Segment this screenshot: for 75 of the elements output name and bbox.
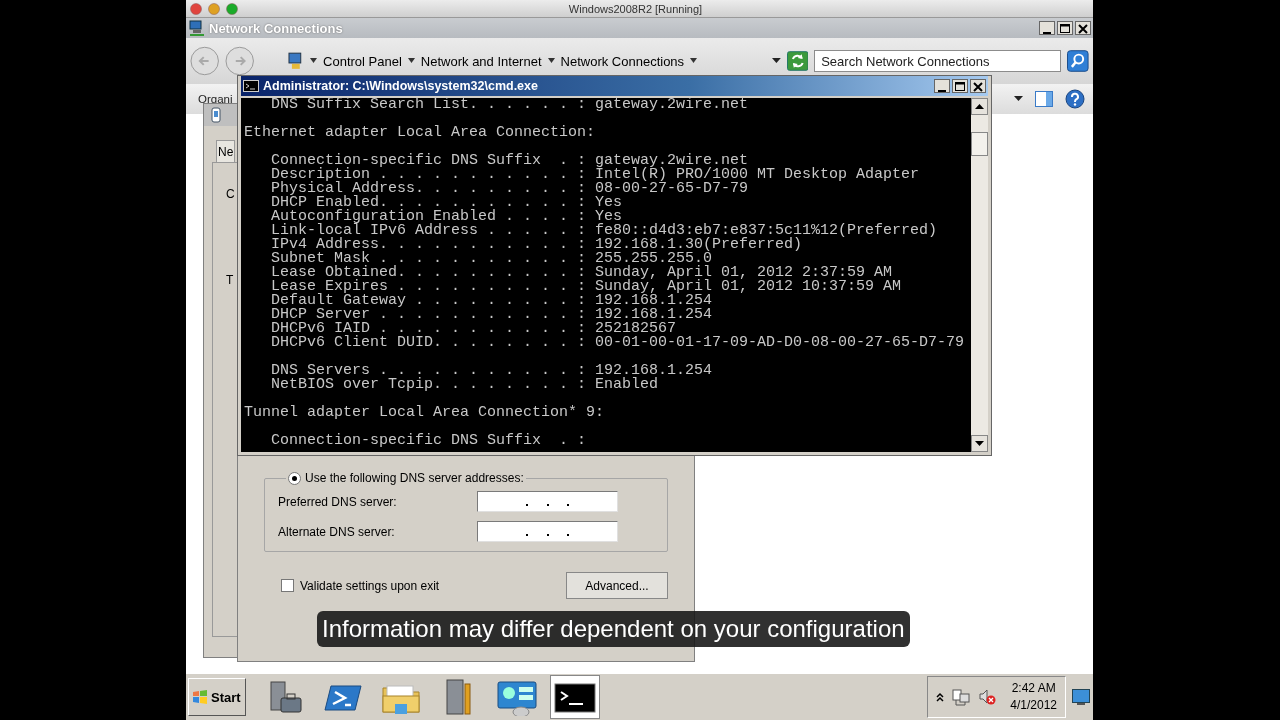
ip-address-field[interactable]	[477, 491, 618, 512]
console-line: Ethernet adapter Local Area Connection:	[244, 126, 597, 140]
window-title: Windows2008R2 [Running]	[567, 2, 704, 15]
start-label: Start	[211, 689, 241, 705]
maximize-button[interactable]	[1057, 21, 1073, 35]
console-line: Physical Address. . . . . . . . . : 08-00-27-65-D7-79	[270, 182, 750, 196]
caret-icon	[690, 58, 698, 64]
console-line: Lease Obtained. . . . . . . . . . : Sunday, April 01, 2012 2:37:59 AM	[270, 266, 893, 280]
checkbox[interactable]	[281, 579, 294, 592]
clock-time[interactable]: 2:42 AM	[1011, 680, 1056, 697]
advanced-button[interactable]: Advanced...	[566, 572, 668, 599]
console-line: DNS Servers . . . . . . . . . . . : 192.168.1.254	[270, 364, 714, 378]
start-button[interactable]: Start	[188, 678, 246, 716]
field-label: Alternate DNS server:	[278, 524, 396, 539]
window-title: Network Connections	[209, 20, 344, 36]
network-icon[interactable]	[952, 688, 971, 706]
console-line: DHCPv6 Client DUID. . . . . . . . : 00-01-00-01-17-09-AD-D0-08-00-27-65-D7-79	[270, 336, 966, 350]
field-label: C	[226, 187, 235, 201]
control-panel-icon	[495, 678, 539, 716]
console-line: Description . . . . . . . . . . . : Intel(R) PRO/1000 MT Desktop Adapter	[270, 168, 921, 182]
console-line: DHCPv6 IAID . . . . . . . . . . . : 252182567	[270, 322, 677, 336]
radio-label: Use the following DNS server addresses:	[305, 471, 524, 485]
window-title: Administrator: C:\Windows\system32\cmd.exe	[263, 79, 539, 93]
network-icon	[188, 20, 206, 36]
help-icon[interactable]	[1065, 89, 1085, 109]
show-desktop-icon[interactable]	[1072, 689, 1090, 705]
breadcrumb-link[interactable]: Network and Internet	[420, 53, 542, 69]
maximize-button[interactable]	[952, 79, 968, 93]
breadcrumb-link[interactable]: Control Panel	[323, 53, 402, 69]
console-line: Default Gateway . . . . . . . . . : 192.168.1.254	[270, 294, 714, 308]
scroll-down-button[interactable]	[971, 435, 988, 452]
organize-menu[interactable]: Organi	[198, 93, 233, 105]
console-line: Connection-specific DNS Suffix . :	[270, 434, 588, 448]
console-line: DHCP Enabled. . . . . . . . . . . : Yes	[270, 196, 624, 210]
preview-pane-icon[interactable]	[1035, 91, 1053, 107]
scroll-thumb[interactable]	[971, 132, 988, 156]
caret-icon	[547, 58, 555, 64]
muted-speaker-icon[interactable]	[978, 688, 997, 706]
close-button[interactable]	[970, 79, 986, 93]
refresh-button[interactable]	[786, 51, 809, 71]
caption-text: Information may differ dependent on your configuration	[317, 611, 910, 647]
console-line: Link-local IPv6 Address . . . . . : fe80::d4d3:eb7:e837:5c11%12(Preferred)	[270, 224, 939, 238]
checkbox-label: Validate settings upon exit	[300, 578, 440, 593]
minimize-button[interactable]	[934, 79, 950, 93]
scroll-up-button[interactable]	[971, 98, 988, 115]
search-field[interactable]: Search Network Connections	[814, 50, 1062, 72]
ip-address-field[interactable]	[477, 521, 618, 542]
console-line: NetBIOS over Tcpip. . . . . . . . : Enabled	[270, 378, 660, 392]
dialog-tab[interactable]: Ne	[216, 140, 236, 162]
breadcrumb-link[interactable]: Network Connections	[560, 53, 685, 69]
console-line: Tunnel adapter Local Area Connection* 9:	[244, 406, 606, 420]
console-line: DHCP Server . . . . . . . . . . . : 192.168.1.254	[270, 308, 714, 322]
windows-logo-icon	[192, 689, 208, 705]
console-line: Subnet Mask . . . . . . . . . . . : 255.255.255.0	[270, 252, 713, 266]
dropdown-icon[interactable]	[1014, 96, 1023, 102]
close-button[interactable]	[1075, 21, 1091, 35]
field-label: T	[226, 273, 234, 287]
console-line: Autoconfiguration Enabled . . . . : Yes	[270, 210, 623, 224]
radio-button[interactable]	[288, 471, 301, 485]
search-icon[interactable]	[1067, 50, 1090, 72]
connection-icon	[210, 107, 222, 123]
taskbar-button[interactable]	[550, 675, 600, 719]
console-icon	[243, 80, 259, 92]
field-label: Preferred DNS server:	[278, 494, 398, 509]
scrollbar[interactable]	[971, 98, 988, 452]
console-line: IPv4 Address. . . . . . . . . . . : 192.168.1.30(Preferred)	[270, 238, 803, 252]
console-line: Lease Expires . . . . . . . . . . : Sunday, April 01, 2012 10:37:59 AM	[270, 280, 903, 294]
console-line: Connection-specific DNS Suffix . : gateway.2wire.net	[270, 154, 750, 168]
caret-icon	[310, 58, 318, 64]
caret-icon	[407, 58, 415, 64]
chevron-up-icon[interactable]	[936, 692, 945, 702]
minimize-button[interactable]	[1039, 21, 1055, 35]
clock-date[interactable]: 4/1/2012	[1010, 697, 1057, 714]
dropdown-icon[interactable]	[771, 58, 781, 64]
zoom-button[interactable]	[226, 2, 238, 15]
